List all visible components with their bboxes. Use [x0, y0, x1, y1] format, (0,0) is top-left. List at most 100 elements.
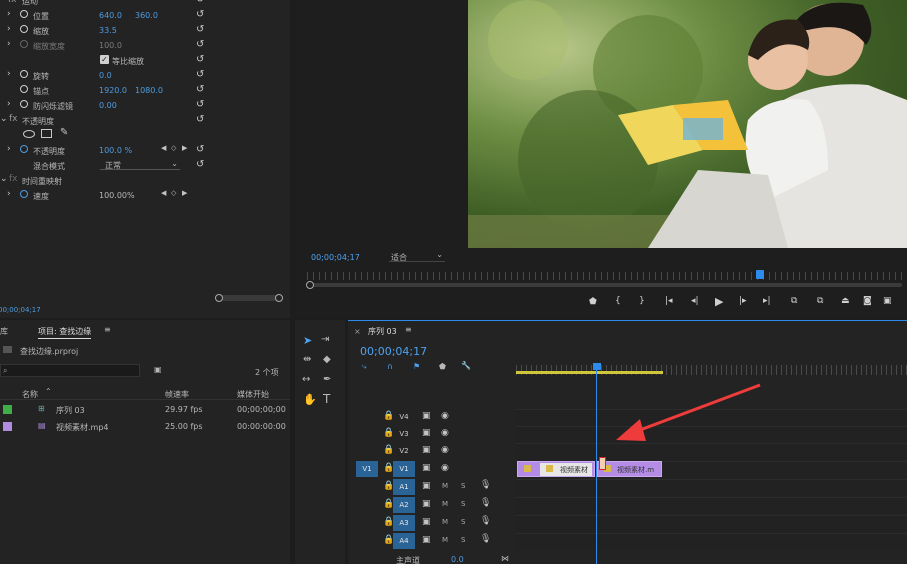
expand-icon[interactable]: ›: [7, 40, 11, 49]
mute-toggle[interactable]: M: [442, 537, 448, 544]
program-playhead[interactable]: [756, 270, 764, 279]
tab-sequence[interactable]: 序列 03: [368, 326, 397, 337]
microphone-icon[interactable]: 🎙: [480, 535, 491, 544]
blend-mode-select[interactable]: 正常 ⌄: [100, 159, 180, 170]
sync-lock-icon[interactable]: ▣: [422, 412, 431, 421]
mute-toggle[interactable]: M: [442, 519, 448, 526]
anchor-y[interactable]: 1080.0: [135, 86, 163, 95]
solo-toggle[interactable]: S: [461, 537, 465, 544]
wrench-icon[interactable]: 🔧: [461, 361, 471, 370]
reset-icon[interactable]: ↺: [196, 85, 206, 95]
expand-icon[interactable]: ›: [7, 25, 11, 34]
source-patch-v1[interactable]: V1: [356, 461, 378, 477]
sort-chevron-icon[interactable]: ⌃: [45, 387, 52, 396]
opacity-header[interactable]: ⌄ fx 不透明度 ↺: [0, 112, 290, 127]
opacity-value[interactable]: 100.0 %: [99, 146, 132, 155]
overwrite-button[interactable]: ⧉: [817, 296, 823, 306]
track-lane[interactable]: [516, 479, 907, 496]
snap-icon[interactable]: ⤷: [362, 362, 366, 372]
mark-out-button[interactable]: }: [639, 296, 645, 306]
label-color-swatch[interactable]: [3, 422, 12, 431]
go-to-in-button[interactable]: |◂: [665, 296, 673, 306]
timeline-playhead-line[interactable]: [596, 370, 597, 564]
panel-menu-icon[interactable]: ≡: [104, 325, 111, 334]
prev-keyframe-icon[interactable]: ◀: [161, 190, 166, 197]
play-button[interactable]: ▶: [715, 295, 723, 308]
flicker-value[interactable]: 0.00: [99, 101, 117, 110]
program-ruler[interactable]: [307, 272, 902, 280]
reset-icon[interactable]: ↺: [196, 160, 206, 170]
collapse-icon[interactable]: ⌄: [0, 115, 8, 124]
go-to-out-button[interactable]: ▸|: [763, 296, 771, 306]
expand-icon[interactable]: ›: [7, 10, 11, 19]
program-scrub-bar[interactable]: [307, 283, 902, 287]
position-x[interactable]: 640.0: [99, 11, 122, 20]
work-area-bar[interactable]: [516, 371, 663, 374]
add-marker-icon[interactable]: ⚑: [413, 362, 420, 371]
video-clip[interactable]: 视频素材: [517, 461, 595, 477]
sync-lock-icon[interactable]: ▣: [422, 429, 431, 438]
slip-tool-icon[interactable]: ↔: [302, 374, 310, 385]
sync-lock-icon[interactable]: ▣: [422, 518, 431, 527]
scrub-start-handle[interactable]: [306, 281, 314, 289]
sync-lock-icon[interactable]: ▣: [422, 536, 431, 545]
timeline-playhead-marker[interactable]: [593, 363, 601, 370]
speed-value[interactable]: 100.00%: [99, 191, 135, 200]
microphone-icon[interactable]: 🎙: [480, 517, 491, 526]
linked-selection-icon[interactable]: ∩: [387, 362, 393, 371]
marker-icon[interactable]: ⬟: [439, 362, 446, 371]
selection-tool-icon[interactable]: ➤: [303, 334, 312, 347]
pen-tool-icon[interactable]: ✒: [323, 374, 331, 385]
effect-timecode[interactable]: 00;00;04;17: [0, 306, 41, 314]
insert-button[interactable]: ⧉: [791, 296, 797, 306]
sync-lock-icon[interactable]: ▣: [422, 446, 431, 455]
next-keyframe-icon[interactable]: ▶: [182, 190, 187, 197]
track-lane[interactable]: [516, 497, 907, 514]
stopwatch-icon[interactable]: [20, 25, 28, 33]
expand-icon[interactable]: ›: [7, 190, 11, 199]
microphone-icon[interactable]: 🎙: [480, 499, 491, 508]
microphone-icon[interactable]: 🎙: [480, 481, 491, 490]
stopwatch-icon[interactable]: [20, 100, 28, 108]
camera-icon[interactable]: ◙: [863, 296, 872, 306]
razor-tool-icon[interactable]: ◆: [323, 354, 331, 365]
solo-toggle[interactable]: S: [461, 519, 465, 526]
tab-project[interactable]: 项目: 查找边缘: [38, 326, 92, 339]
reset-icon[interactable]: ↺: [196, 55, 206, 65]
timeline-timecode[interactable]: 00;00;04;17: [360, 345, 427, 358]
solo-toggle[interactable]: S: [461, 501, 465, 508]
reset-icon[interactable]: ↺: [196, 100, 206, 110]
motion-header[interactable]: fx 运动 ↺: [0, 0, 290, 7]
master-end-icon[interactable]: ⋈: [501, 554, 509, 563]
lift-button[interactable]: ⏏: [841, 296, 850, 306]
add-marker-button[interactable]: ⬟: [589, 297, 597, 307]
add-keyframe-icon[interactable]: ◇: [171, 190, 176, 197]
scroll-handle-left[interactable]: [215, 294, 223, 302]
stopwatch-icon[interactable]: [20, 145, 28, 153]
collapse-icon[interactable]: ⌄: [0, 175, 8, 184]
scale-value[interactable]: 33.5: [99, 26, 117, 35]
col-fps[interactable]: 帧速率: [165, 389, 189, 400]
position-y[interactable]: 360.0: [135, 11, 158, 20]
reset-icon[interactable]: ↺: [196, 25, 206, 35]
track-label[interactable]: V3: [393, 426, 415, 442]
sync-lock-icon[interactable]: ▣: [422, 482, 431, 491]
track-label[interactable]: A2: [393, 497, 415, 513]
reset-icon[interactable]: ↺: [196, 145, 206, 155]
reset-icon[interactable]: ↺: [196, 0, 206, 5]
track-label[interactable]: A1: [393, 479, 415, 495]
expand-icon[interactable]: ›: [7, 70, 11, 79]
stopwatch-icon[interactable]: [20, 70, 28, 78]
expand-icon[interactable]: ›: [7, 145, 11, 154]
mute-toggle[interactable]: M: [442, 483, 448, 490]
eye-icon[interactable]: ◉: [441, 464, 449, 473]
sync-lock-icon[interactable]: ▣: [422, 500, 431, 509]
label-color-swatch[interactable]: [3, 405, 12, 414]
list-item[interactable]: ⊞ 序列 03 29.97 fps 00;00;00;00: [0, 402, 290, 417]
stopwatch-icon[interactable]: [20, 10, 28, 18]
expand-icon[interactable]: ›: [7, 100, 11, 109]
eye-icon[interactable]: ◉: [441, 446, 449, 455]
reset-icon[interactable]: ↺: [196, 115, 206, 125]
program-timecode[interactable]: 00;00;04;17: [311, 253, 360, 262]
time-remap-header[interactable]: ⌄ fx 时间重映射: [0, 172, 290, 187]
